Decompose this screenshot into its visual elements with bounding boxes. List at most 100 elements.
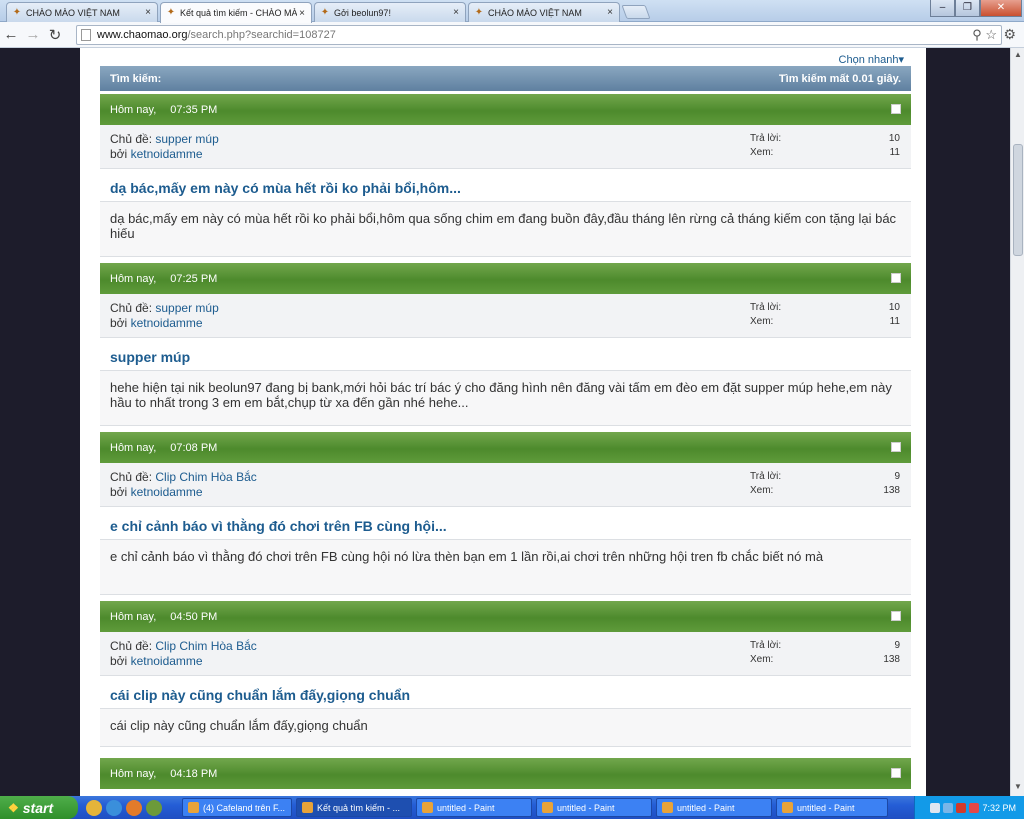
start-button[interactable]: ❖ start — [0, 796, 78, 819]
task-paint-4[interactable]: untitled - Paint — [776, 798, 888, 817]
views-label: Xem: — [750, 485, 774, 496]
back-arrow-icon[interactable]: ← — [0, 26, 22, 43]
replies-count: 9 — [894, 640, 900, 651]
search-result: Hôm nay, 07:35 PM Chủ đề: supper múp bởi… — [100, 94, 911, 257]
scroll-thumb[interactable] — [1013, 144, 1023, 256]
result-header: Hôm nay, 07:35 PM — [100, 94, 911, 125]
select-checkbox[interactable] — [891, 611, 901, 621]
close-icon[interactable]: × — [297, 8, 307, 19]
task-paint-3[interactable]: untitled - Paint — [656, 798, 772, 817]
ie-icon[interactable] — [106, 799, 122, 816]
firefox-icon[interactable] — [126, 799, 142, 816]
tab-label: Gởi beolun97! — [334, 7, 391, 18]
task-paint-2[interactable]: untitled - Paint — [536, 798, 652, 817]
by-label: bởi — [110, 147, 128, 161]
topic-link[interactable]: supper múp — [155, 132, 218, 146]
close-window-icon[interactable]: ✕ — [980, 0, 1022, 17]
firefox-task-icon — [188, 802, 199, 813]
search-result: Hôm nay, 04:50 PM Chủ đề: Clip Chim Hòa … — [100, 601, 911, 747]
select-checkbox[interactable] — [891, 442, 901, 452]
result-time: 07:08 PM — [170, 441, 218, 454]
quick-nav-link[interactable]: Chọn nhanh▾ — [839, 53, 904, 66]
result-header: Hôm nay, 04:18 PM — [100, 758, 911, 789]
scroll-down-icon[interactable]: ▼ — [1013, 782, 1023, 794]
system-tray: 7:32 PM — [914, 796, 1024, 819]
volume-icon[interactable] — [943, 802, 954, 813]
quick-nav-label: Chọn nhanh — [838, 54, 899, 66]
post-title-link[interactable]: cái clip này cũng chuẩn lắm đấy,giọng ch… — [100, 676, 911, 709]
author-link[interactable]: ketnoidamme — [131, 316, 203, 330]
replies-label: Trả lời: — [750, 302, 782, 313]
replies-count: 10 — [888, 133, 900, 144]
windows-taskbar: ❖ start (4) Cafeland trên F... Kết quả t… — [0, 796, 1024, 819]
zoom-and-star-icons[interactable]: ⚲ ☆ — [972, 27, 997, 43]
author-link[interactable]: ketnoidamme — [131, 147, 203, 161]
restore-icon[interactable]: ❐ — [955, 0, 980, 17]
search-header-bar: Tìm kiếm: Tìm kiếm mất 0.01 giây. — [100, 66, 911, 91]
scroll-up-icon[interactable]: ▲ — [1013, 50, 1023, 62]
result-stats: Trả lời: 9 Xem: 138 — [750, 639, 900, 667]
bird-favicon-icon: ✦ — [166, 7, 176, 18]
result-time: 07:25 PM — [170, 272, 218, 285]
task-label: untitled - Paint — [437, 802, 495, 813]
result-meta: Chủ đề: supper múp bởi ketnoidamme Trả l… — [100, 125, 911, 169]
new-tab-button[interactable] — [621, 5, 651, 19]
bird-favicon-icon: ✦ — [12, 6, 22, 18]
paint-icon — [662, 802, 673, 813]
result-header: Hôm nay, 07:08 PM — [100, 432, 911, 463]
search-time: Tìm kiếm mất 0.01 giây. — [778, 72, 901, 85]
close-icon[interactable]: × — [143, 7, 153, 18]
select-checkbox[interactable] — [891, 104, 901, 114]
page-scrollbar[interactable]: ▲ ▼ — [1010, 48, 1024, 796]
topic-link[interactable]: Clip Chim Hòa Bắc — [155, 639, 256, 653]
result-header: Hôm nay, 07:25 PM — [100, 263, 911, 294]
alert-icon[interactable] — [969, 802, 980, 813]
views-count: 11 — [889, 147, 900, 158]
select-checkbox[interactable] — [891, 273, 901, 283]
post-excerpt: e chỉ cảnh báo vì thằng đó chơi trên FB … — [100, 540, 911, 595]
wrench-menu-icon[interactable]: ⚙ — [1003, 26, 1016, 43]
reload-icon[interactable]: ↻ — [44, 26, 66, 44]
topic-link[interactable]: Clip Chim Hòa Bắc — [155, 470, 256, 484]
url-path: /search.php?searchid=108727 — [187, 29, 336, 41]
security-icon[interactable] — [956, 802, 967, 813]
forum-page: Chọn nhanh▾ Tìm kiếm: Tìm kiếm mất 0.01 … — [80, 48, 926, 796]
topic-label: Chủ đề: — [110, 639, 153, 653]
search-result: Hôm nay, 07:08 PM Chủ đề: Clip Chim Hòa … — [100, 432, 911, 595]
post-title-link[interactable]: dạ bác,mấy em này có mùa hết rồi ko phải… — [100, 169, 911, 202]
topic-label: Chủ đề: — [110, 132, 153, 146]
close-icon[interactable]: × — [451, 7, 461, 18]
views-label: Xem: — [750, 316, 774, 327]
network-icon[interactable] — [930, 802, 941, 813]
close-icon[interactable]: × — [605, 7, 615, 18]
result-stats: Trả lời: 10 Xem: 11 — [750, 301, 900, 329]
task-facebook[interactable]: (4) Cafeland trên F... — [182, 798, 292, 817]
minimize-icon[interactable]: – — [930, 0, 955, 17]
tab-search-results[interactable]: ✦ Kết quả tìm kiếm - CHÀO MÀO × — [160, 2, 312, 23]
views-label: Xem: — [750, 654, 774, 665]
tab-chaomao-1[interactable]: ✦ CHÀO MÀO VIỆT NAM × — [6, 2, 158, 22]
result-stats: Trả lời: 9 Xem: 138 — [750, 470, 900, 498]
views-count: 138 — [883, 485, 900, 496]
app-icon[interactable] — [146, 799, 162, 816]
topic-link[interactable]: supper múp — [155, 301, 218, 315]
task-search-results[interactable]: Kết quả tìm kiếm - ... — [296, 798, 412, 817]
paint-icon — [782, 802, 793, 813]
author-link[interactable]: ketnoidamme — [131, 485, 203, 499]
tab-send-message[interactable]: ✦ Gởi beolun97! × — [314, 2, 466, 22]
chrome-icon[interactable] — [86, 799, 102, 816]
search-label: Tìm kiếm: — [110, 72, 162, 85]
clock[interactable]: 7:32 PM — [982, 803, 1016, 813]
result-time: 07:35 PM — [170, 103, 218, 116]
task-paint-1[interactable]: untitled - Paint — [416, 798, 532, 817]
tab-chaomao-2[interactable]: ✦ CHÀO MÀO VIỆT NAM × — [468, 2, 620, 22]
window-controls: – ❐ ✕ — [930, 0, 1022, 17]
address-bar[interactable]: www.chaomao.org/search.php?searchid=1087… — [76, 25, 1002, 45]
author-link[interactable]: ketnoidamme — [131, 654, 203, 668]
post-title-link[interactable]: supper múp — [100, 338, 911, 371]
forward-arrow-icon[interactable]: → — [22, 26, 44, 43]
post-title-link[interactable]: e chỉ cảnh báo vì thằng đó chơi trên FB … — [100, 507, 911, 540]
bird-favicon-icon: ✦ — [320, 6, 330, 18]
task-label: untitled - Paint — [797, 802, 855, 813]
select-checkbox[interactable] — [891, 768, 901, 778]
